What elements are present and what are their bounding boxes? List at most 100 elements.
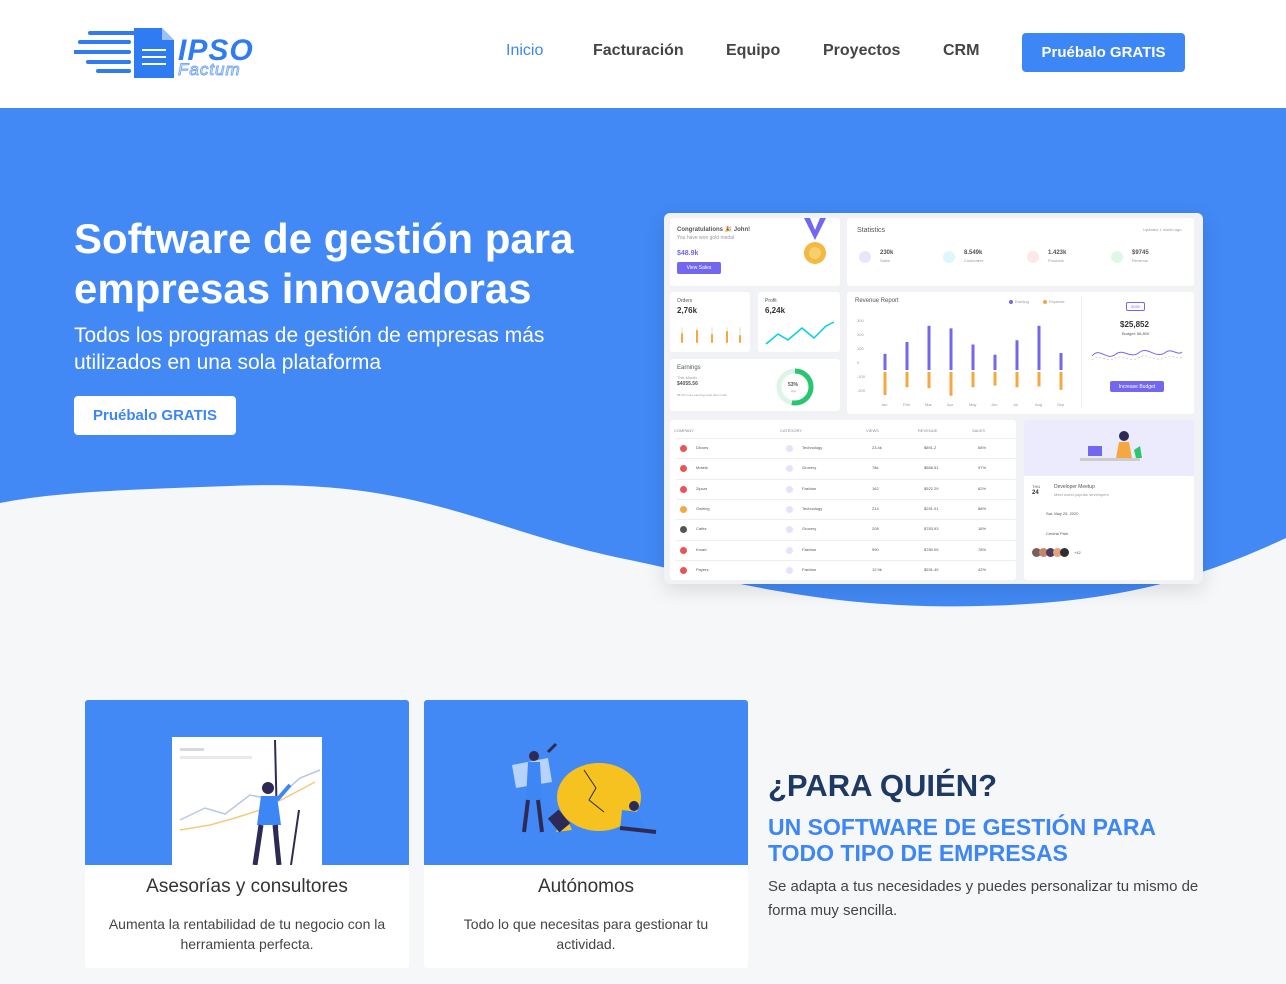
cell-sales: 88% bbox=[978, 505, 987, 511]
cell-revenue: $291.01 bbox=[924, 505, 939, 511]
congrats-card: Congratulations 🎉 John! You have won gol… bbox=[670, 218, 840, 286]
increase-budget-button: Increase Budget bbox=[1110, 381, 1164, 392]
dollar-icon bbox=[1111, 251, 1123, 263]
para-quien-subtitle: UN SOFTWARE DE GESTIÓN PARA TODO TIPO DE… bbox=[768, 814, 1156, 866]
user-icon bbox=[943, 251, 955, 263]
year-select: 2020 bbox=[1126, 302, 1145, 311]
company-icon bbox=[680, 526, 687, 534]
earnings-period: This Month bbox=[677, 375, 697, 380]
budget-value: $25,852 bbox=[1120, 320, 1149, 329]
orders-card: Orders 2,76k bbox=[670, 292, 750, 352]
table-row: Cafés Grocery 208 $783.93 16% bbox=[676, 519, 1016, 539]
month-label: Feb bbox=[903, 402, 911, 407]
stat-revenue-label: Revenue bbox=[1132, 258, 1149, 263]
earnings-percent: 53% bbox=[788, 382, 799, 388]
cell-company: Payers bbox=[696, 566, 709, 572]
meetup-place: Central Park bbox=[1046, 531, 1069, 536]
ipso-factum-logo[interactable]: IPSO Factum bbox=[72, 24, 259, 82]
feature-title-autonomos: Autónomos bbox=[537, 876, 635, 897]
category-icon bbox=[786, 546, 793, 554]
month-label: Jul bbox=[1013, 402, 1018, 407]
month-label: Jun bbox=[991, 402, 997, 407]
cell-category: Fashion bbox=[802, 485, 817, 491]
cell-views: 208 bbox=[872, 526, 879, 532]
table-row: Owning Technology 214 $291.01 88% bbox=[676, 498, 1016, 519]
profit-label: Profit bbox=[765, 298, 777, 304]
congrats-value: $48.9k bbox=[677, 250, 699, 257]
profit-value: 6,24k bbox=[765, 306, 786, 315]
meetup-title: Developer Meetup bbox=[1054, 484, 1095, 490]
nav-proyectos[interactable]: Proyectos bbox=[823, 42, 900, 60]
budget-panel: 2020 $25,852 Budget: 56,800 Increase Bud… bbox=[1081, 296, 1191, 408]
month-label: Jan bbox=[881, 402, 887, 407]
nav-facturacion[interactable]: Facturación bbox=[593, 42, 684, 60]
avatar bbox=[1060, 548, 1069, 557]
category-icon bbox=[786, 485, 793, 493]
feature-desc-autonomos: Todo lo que necesitas para gestionar tu … bbox=[463, 916, 709, 952]
cell-category: Grocery bbox=[802, 465, 817, 471]
feature-card-autonomos[interactable]: Autónomos Todo lo que necesitas para ges… bbox=[424, 700, 748, 968]
cell-category: Grocery bbox=[802, 526, 817, 532]
dashboard-preview: Congratulations 🎉 John! You have won gol… bbox=[664, 213, 1203, 584]
lightbulb-illustration-icon bbox=[512, 742, 657, 834]
view-sales-button: View Sales bbox=[677, 262, 721, 274]
earnings-note: 68.2% more earnings than last month bbox=[677, 393, 727, 397]
congrats-subtitle: You have won gold medal bbox=[677, 235, 735, 241]
cell-revenue: $783.93 bbox=[924, 526, 939, 532]
table-row: Payers Fashion 12.9k $531.49 42% bbox=[676, 559, 1016, 580]
orders-bars bbox=[681, 327, 741, 343]
feature-card-asesorias[interactable]: Asesorías y consultores Aumenta la renta… bbox=[85, 700, 409, 968]
meetup-illustration bbox=[1024, 420, 1194, 476]
cell-sales: 68% bbox=[978, 445, 987, 450]
cell-views: 78k bbox=[872, 465, 879, 471]
site-header: IPSO Factum Inicio Facturación Equipo Pr… bbox=[0, 0, 1286, 108]
company-icon bbox=[680, 505, 687, 513]
table-row: Kmart Fashion 990 $780.05 78% bbox=[676, 539, 1016, 560]
y-tick-label: 0 bbox=[857, 360, 860, 365]
earnings-card: Earnings This Month $4055.56 68.2% more … bbox=[670, 359, 840, 411]
stat-revenue-value: $9745 bbox=[1132, 250, 1149, 256]
meetup-subtitle: Meet world popular developers bbox=[1054, 492, 1109, 497]
cell-views: 23.4k bbox=[872, 445, 882, 450]
category-icon bbox=[786, 566, 793, 574]
month-label: Apr bbox=[947, 402, 954, 407]
cell-sales: 78% bbox=[978, 546, 987, 552]
col-sales: SALES bbox=[972, 428, 985, 433]
earning-legend-dot bbox=[1009, 300, 1013, 304]
y-tick-label: 200 bbox=[857, 332, 864, 337]
budget-line bbox=[1091, 350, 1183, 361]
budget-label: Budget: 56,800 bbox=[1122, 331, 1150, 336]
meetup-date: 24 bbox=[1032, 490, 1039, 496]
cell-views: 12.9k bbox=[872, 566, 882, 572]
company-icon bbox=[680, 445, 687, 452]
meetup-more: +42 bbox=[1074, 550, 1081, 555]
cell-sales: 42% bbox=[978, 566, 987, 572]
y-tick-label: 300 bbox=[857, 318, 864, 323]
meetup-when: Sat, May 25, 2020 bbox=[1046, 511, 1079, 516]
hero-title: Software de gestión para empresas innova… bbox=[74, 215, 574, 312]
stat-customers-label: Customers bbox=[964, 258, 984, 263]
cell-company: Owning bbox=[696, 505, 710, 511]
cell-category: Technology bbox=[802, 445, 823, 450]
col-category: CATEGORY bbox=[780, 428, 803, 433]
meetup-day: THU bbox=[1032, 484, 1041, 489]
earnings-percent-label: App bbox=[791, 389, 797, 393]
nav-inicio[interactable]: Inicio bbox=[506, 42, 543, 60]
cell-category: Fashion bbox=[802, 566, 817, 572]
cell-views: 214 bbox=[872, 505, 879, 511]
stat-products-value: 1.423k bbox=[1048, 250, 1067, 256]
company-icon bbox=[680, 546, 687, 554]
nav-crm[interactable]: CRM bbox=[943, 42, 979, 60]
table-row: Dixons Technology 23.4k $891.2 68% bbox=[676, 438, 1016, 458]
expense-legend-dot bbox=[1043, 300, 1047, 304]
header-try-free-button[interactable]: Pruébalo GRATIS bbox=[1022, 33, 1185, 72]
nav-equipo[interactable]: Equipo bbox=[726, 42, 780, 60]
stat-sales-value: 230k bbox=[880, 250, 894, 256]
orders-value: 2,76k bbox=[677, 306, 698, 315]
cell-sales: 97% bbox=[978, 465, 987, 471]
hero-try-free-button[interactable]: Pruébalo GRATIS bbox=[74, 396, 236, 435]
company-icon bbox=[680, 485, 687, 493]
category-icon bbox=[786, 445, 793, 452]
y-tick-label: -200 bbox=[857, 388, 866, 393]
legend-expense: Expense bbox=[1049, 299, 1065, 304]
